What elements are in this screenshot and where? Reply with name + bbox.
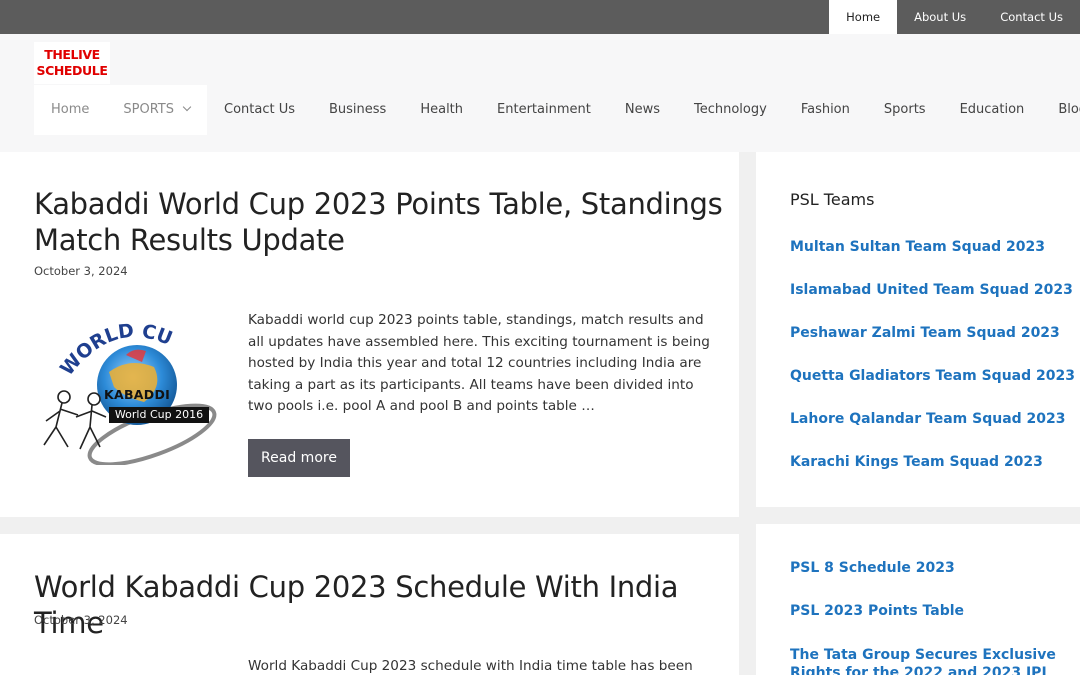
- sidebar-link[interactable]: Peshawar Zalmi Team Squad 2023: [790, 325, 1060, 341]
- post-excerpt: Kabaddi world cup 2023 points table, sta…: [248, 312, 710, 414]
- nav-item-contact-us[interactable]: Contact Us: [207, 85, 312, 135]
- nav-item-technology[interactable]: Technology: [677, 85, 784, 135]
- main-navigation: Home SPORTS Contact Us Business Health E…: [34, 85, 1080, 135]
- nav-item-news[interactable]: News: [608, 85, 677, 135]
- nav-item-sports-menu[interactable]: SPORTS: [106, 85, 207, 135]
- logo-line-2: SCHEDULE: [36, 63, 108, 78]
- post-title-line: Kabaddi World Cup 2023 Points Table, Sta…: [34, 187, 723, 221]
- sidebar-link[interactable]: Islamabad United Team Squad 2023: [790, 282, 1073, 298]
- top-menu-contact-us[interactable]: Contact Us: [983, 0, 1080, 34]
- top-menu-about-us[interactable]: About Us: [897, 0, 983, 34]
- post-title[interactable]: World Kabaddi Cup 2023 Schedule With Ind…: [34, 569, 739, 641]
- sidebar-link[interactable]: PSL 8 Schedule 2023: [790, 560, 955, 576]
- post-excerpt: World Kabaddi Cup 2023 schedule with Ind…: [248, 658, 693, 674]
- nav-highlight-group: Home SPORTS: [34, 85, 207, 135]
- nav-item-home[interactable]: Home: [34, 85, 107, 135]
- post-card: World Kabaddi Cup 2023 Schedule With Ind…: [0, 534, 739, 675]
- post-date: October 3, 2024: [34, 613, 128, 627]
- sidebar-widget-psl-teams: PSL Teams Multan Sultan Team Squad 2023 …: [756, 152, 1080, 507]
- sidebar-link[interactable]: Multan Sultan Team Squad 2023: [790, 239, 1045, 255]
- sidebar-widget-psl-links: PSL 8 Schedule 2023 PSL 2023 Points Tabl…: [756, 524, 1080, 675]
- post-date: October 3, 2024: [34, 264, 128, 278]
- nav-item-entertainment[interactable]: Entertainment: [480, 85, 608, 135]
- post-title[interactable]: Kabaddi World Cup 2023 Points Table, Sta…: [34, 186, 723, 258]
- nav-item-health[interactable]: Health: [403, 85, 480, 135]
- nav-item-label: Home: [51, 102, 90, 117]
- top-menu: Home About Us Contact Us: [829, 0, 1080, 34]
- sidebar-link[interactable]: The Tata Group Secures Exclusive: [790, 647, 1056, 663]
- read-more-button[interactable]: Read more: [248, 439, 350, 477]
- nav-item-blog[interactable]: Blog: [1041, 85, 1080, 135]
- thumb-caption: World Cup 2016: [109, 407, 209, 423]
- top-bar: Home About Us Contact Us: [0, 0, 1080, 34]
- chevron-down-icon: [182, 102, 192, 112]
- logo-line-1: THELIVE: [44, 47, 100, 62]
- nav-item-fashion[interactable]: Fashion: [784, 85, 867, 135]
- thumb-brand-text: KABADDI: [104, 387, 171, 402]
- nav-item-business[interactable]: Business: [312, 85, 403, 135]
- widget-title: PSL Teams: [790, 190, 875, 209]
- nav-item-label: SPORTS: [123, 102, 174, 117]
- site-logo[interactable]: THELIVE SCHEDULE: [34, 42, 110, 84]
- sidebar-link[interactable]: PSL 2023 Points Table: [790, 603, 964, 619]
- nav-item-sports[interactable]: Sports: [867, 85, 943, 135]
- post-card: Kabaddi World Cup 2023 Points Table, Sta…: [0, 152, 739, 517]
- sidebar-link[interactable]: Lahore Qalandar Team Squad 2023: [790, 411, 1066, 427]
- top-menu-home[interactable]: Home: [829, 0, 898, 34]
- sidebar-link[interactable]: Rights for the 2022 and 2023 IPL: [790, 665, 1050, 675]
- nav-item-education[interactable]: Education: [943, 85, 1042, 135]
- sidebar-link[interactable]: Quetta Gladiators Team Squad 2023: [790, 368, 1075, 384]
- post-thumbnail[interactable]: WORLD CUP KABADDI World Cup 2016: [27, 300, 220, 467]
- post-title-line: Match Results Update: [34, 223, 345, 257]
- site-header: THELIVE SCHEDULE Home SPORTS Contact Us …: [0, 34, 1080, 152]
- sidebar-link[interactable]: Karachi Kings Team Squad 2023: [790, 454, 1043, 470]
